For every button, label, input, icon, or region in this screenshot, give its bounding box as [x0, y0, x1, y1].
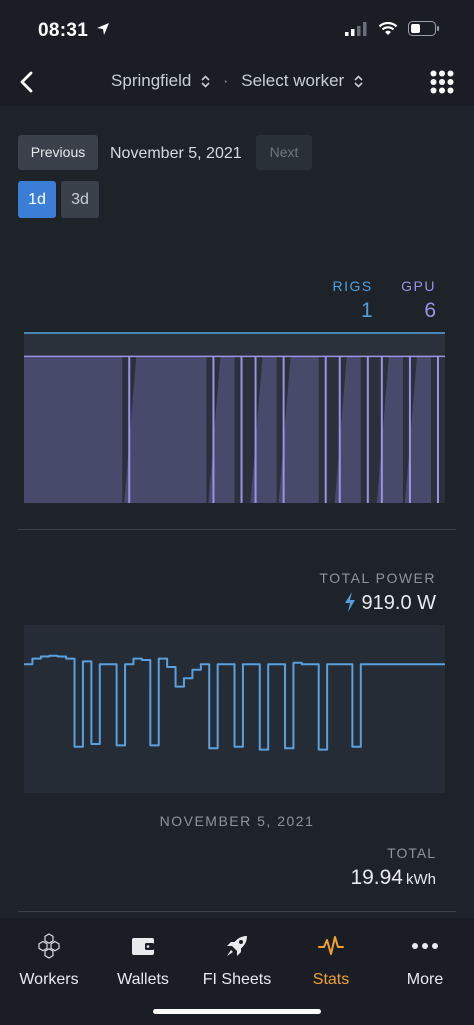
battery-icon [408, 21, 439, 36]
location-selector[interactable]: Springfield [111, 71, 215, 90]
status-time: 08:31 [38, 20, 110, 42]
gpu-stat: GPU 6 [401, 278, 436, 323]
tab-label: FI Sheets [202, 971, 272, 988]
status-icons [345, 21, 440, 41]
tab-label: Wallets [117, 971, 169, 988]
home-indicator [153, 1009, 321, 1014]
tab-more[interactable]: More [378, 918, 472, 998]
tab-bar: Workers Wallets FI Sheets Stats More [0, 918, 474, 1025]
rigs-gpu-chart [24, 332, 445, 503]
nav-bar: Springfield · Select worker [0, 60, 474, 106]
gpu-value: 6 [424, 299, 436, 322]
rig-stats: RIGS 1 GPU 6 [308, 278, 436, 323]
tab-fi-sheets[interactable]: FI Sheets [190, 918, 284, 998]
rocket-icon [227, 936, 247, 956]
tab-workers[interactable]: Workers [2, 918, 96, 998]
bolt-icon [344, 592, 355, 612]
nav-title: Springfield · Select worker [0, 71, 474, 91]
rigs-label: RIGS [332, 278, 373, 294]
tab-wallets[interactable]: Wallets [96, 918, 190, 998]
range-1d-button[interactable]: 1d [18, 181, 56, 218]
nav-separator: · [222, 71, 229, 90]
total-power-value: 919.0 W [344, 592, 436, 615]
updown-chevron-icon [354, 75, 363, 88]
previous-button[interactable]: Previous [18, 135, 98, 170]
next-button[interactable]: Next [256, 135, 312, 170]
total-energy-number: 19.94 [350, 866, 403, 889]
wifi-icon [378, 21, 397, 35]
summary-date: NOVEMBER 5, 2021 [159, 813, 315, 829]
location-arrow-icon [96, 23, 109, 35]
status-bar: 08:31 [0, 0, 474, 60]
total-energy-unit: kWh [406, 871, 436, 888]
gpu-label: GPU [401, 278, 436, 294]
status-time-text: 08:31 [38, 20, 89, 41]
location-label: Springfield [111, 71, 192, 90]
total-power-label: TOTAL POWER [319, 570, 436, 586]
honeycomb-icon [38, 933, 60, 959]
rigs-stat: RIGS 1 [332, 278, 372, 323]
tab-label: Workers [19, 971, 79, 988]
total-energy-value: 19.94 kWh [350, 866, 436, 890]
grid-menu-icon[interactable] [430, 70, 454, 94]
range-3d-button[interactable]: 3d [61, 181, 99, 218]
power-chart [24, 625, 445, 793]
tab-stats[interactable]: Stats [284, 918, 378, 998]
tab-label: More [406, 971, 444, 988]
divider [18, 529, 456, 530]
total-energy-label: TOTAL [387, 845, 436, 861]
updown-chevron-icon [201, 75, 210, 88]
rigs-value: 1 [361, 299, 373, 322]
worker-label: Select worker [241, 71, 345, 90]
pulse-icon [318, 936, 344, 955]
power-value-text: 919.0 W [361, 592, 436, 614]
signal-icon [345, 22, 367, 36]
worker-selector[interactable]: Select worker [241, 71, 363, 90]
current-date: November 5, 2021 [110, 145, 242, 162]
ellipsis-icon [412, 943, 438, 949]
tab-label: Stats [312, 971, 350, 988]
divider [18, 911, 456, 912]
wallet-icon [132, 938, 154, 955]
